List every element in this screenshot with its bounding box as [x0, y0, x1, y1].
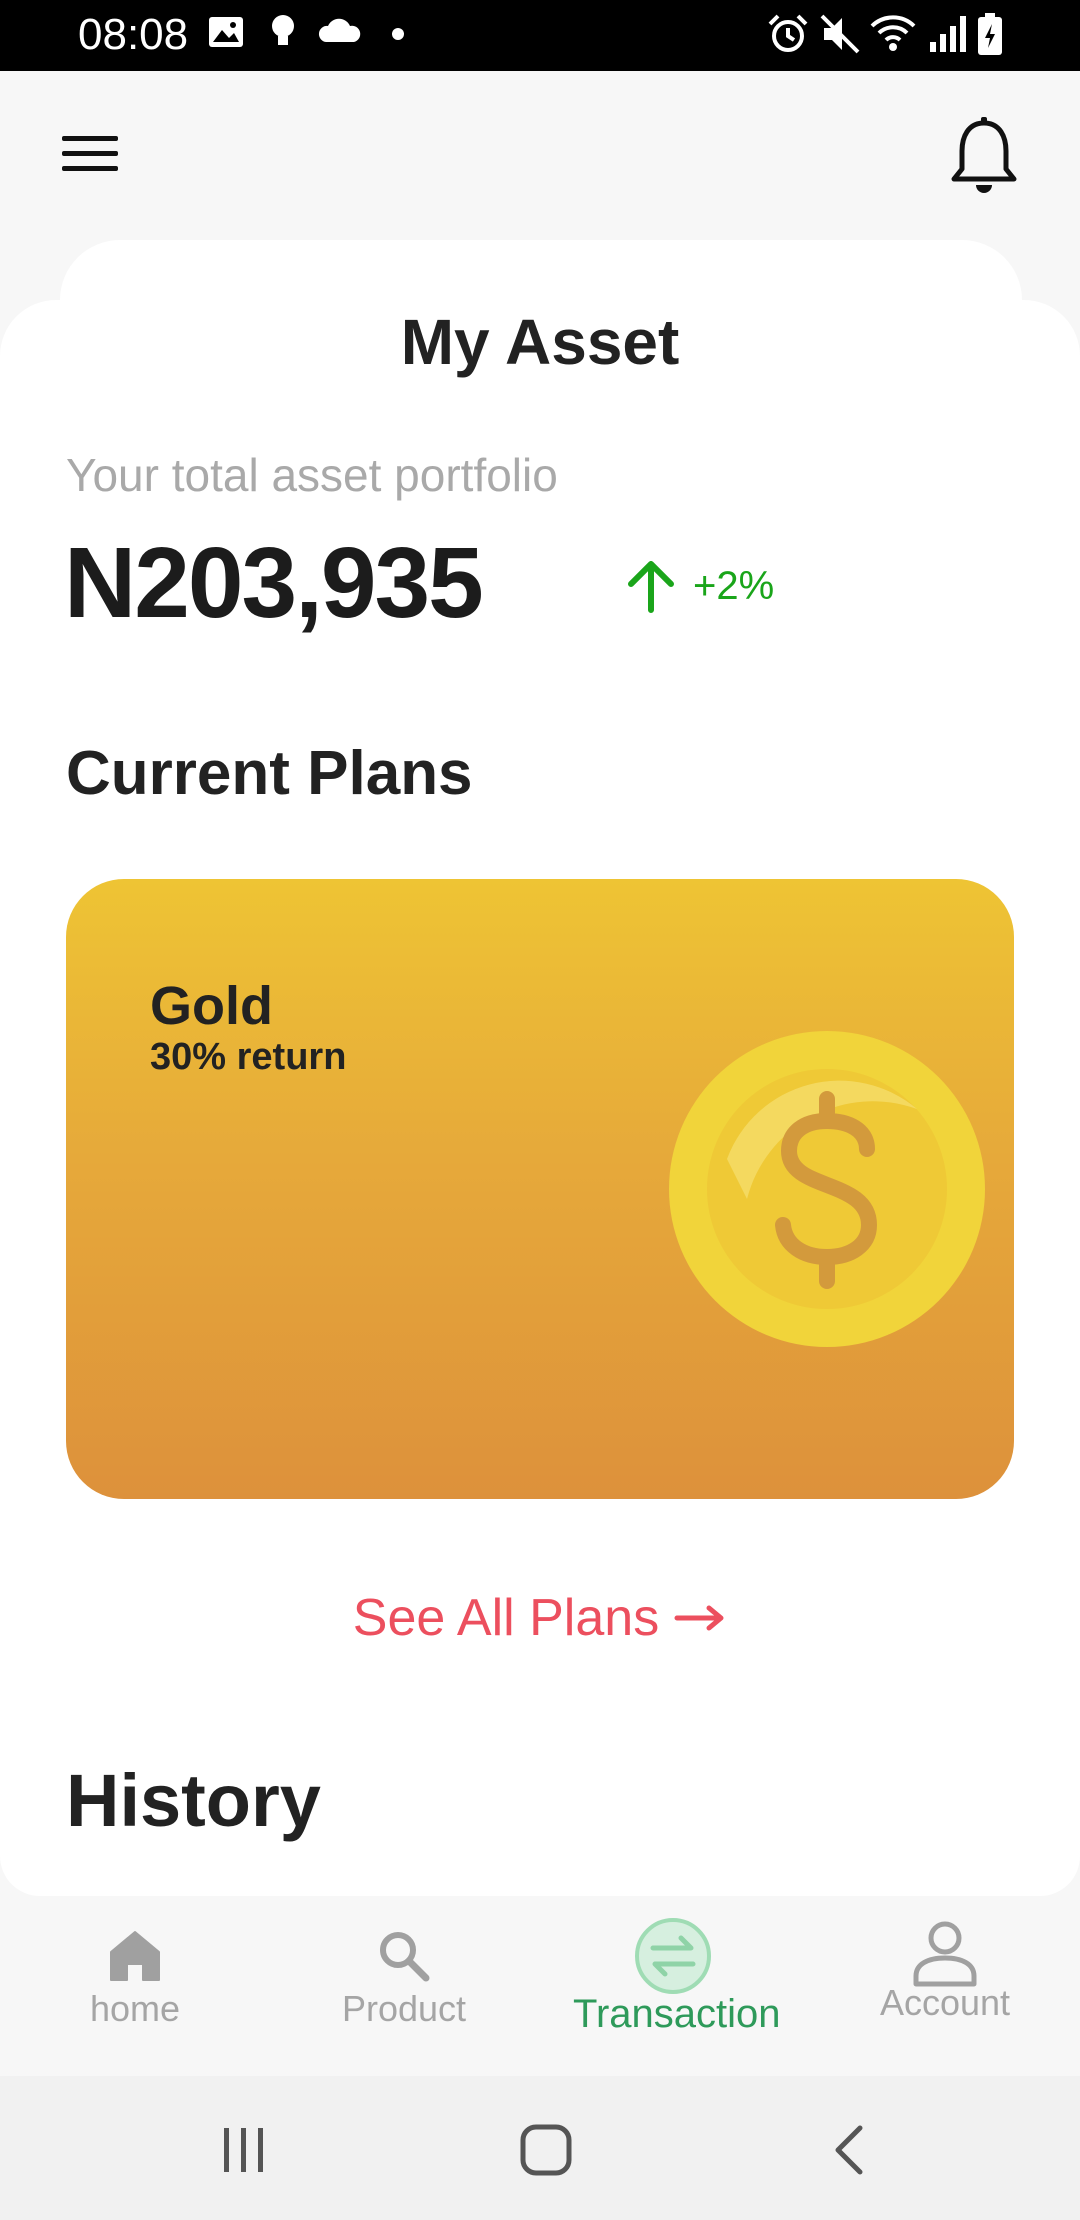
wifi-icon [870, 15, 916, 51]
dollar-coin-icon [669, 1031, 985, 1347]
cloud-icon [318, 18, 361, 42]
history-title: History [66, 1759, 321, 1842]
portfolio-change: +2% [625, 556, 774, 616]
change-percent: +2% [693, 563, 775, 608]
recent-apps-icon[interactable] [220, 2122, 268, 2178]
gallery-icon [209, 17, 243, 47]
current-plans-title: Current Plans [66, 739, 473, 808]
home-circle-icon[interactable] [518, 2122, 574, 2178]
portfolio-value: N203,935 [64, 527, 484, 639]
status-bar: 08:08 [0, 0, 1080, 71]
arrow-right-icon [674, 1605, 724, 1631]
see-all-plans-link[interactable]: See All Plans [0, 1588, 1080, 1648]
app-screen: 08:08 My Asset Your total asset portfoli… [0, 0, 1080, 2220]
nav-label-home: home [89, 1988, 181, 2029]
search-icon [380, 1932, 430, 1982]
transfer-icon [635, 1918, 711, 1994]
hamburger-menu-icon[interactable] [58, 130, 126, 178]
person-icon [913, 1921, 977, 1987]
page-title: My Asset [400, 306, 680, 378]
nav-item-account[interactable]: Account [845, 1921, 1045, 2058]
home-icon [110, 1931, 160, 1981]
nav-label-account: Account [879, 1982, 1011, 2023]
dot-icon [392, 28, 404, 40]
bell-icon[interactable] [946, 115, 1022, 199]
app-header [0, 71, 1080, 236]
nav-item-home[interactable]: home [35, 1928, 235, 2058]
signal-icon [930, 16, 966, 52]
bottom-nav: home Product Transaction Account [0, 1900, 1080, 2076]
see-all-plans-label: See All Plans [352, 1589, 660, 1647]
alarm-icon [768, 14, 808, 52]
plan-return: 30% return [150, 1036, 347, 1078]
arrow-up-icon [628, 561, 674, 613]
back-icon[interactable] [826, 2122, 874, 2178]
nav-item-product[interactable]: Product [304, 1928, 504, 2058]
plan-card-gold[interactable]: Gold 30% return [66, 879, 1014, 1499]
battery-icon [978, 13, 1002, 55]
bulb-icon [272, 15, 294, 45]
nav-label-transaction: Transaction [573, 1992, 781, 2036]
portfolio-label: Your total asset portfolio [66, 449, 558, 501]
nav-item-transaction[interactable]: Transaction [573, 1918, 781, 2058]
system-nav-bar [0, 2076, 1080, 2220]
status-time: 08:08 [78, 10, 189, 59]
plan-name: Gold [150, 976, 273, 1036]
mute-icon [820, 14, 860, 54]
nav-label-product: Product [341, 1988, 467, 2029]
